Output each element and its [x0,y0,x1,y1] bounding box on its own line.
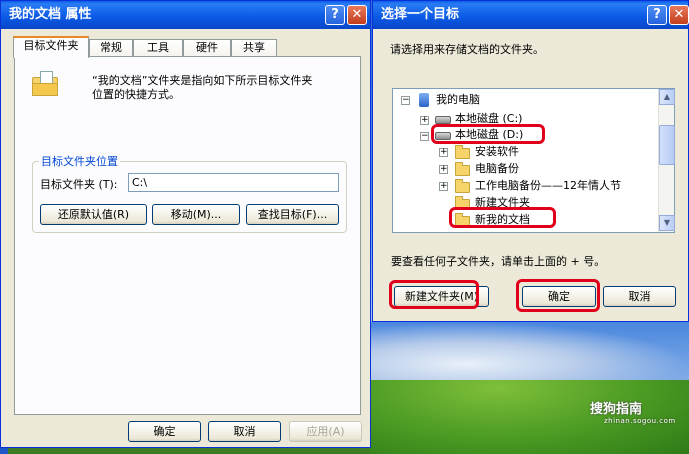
properties-dialog: 我的文档 属性 ? ✕ 目标文件夹 常规 工具 硬件 共享 “我的文档”文件夹是… [0,0,371,448]
browse-help-button[interactable]: ? [647,5,667,25]
sogou-watermark: 搜狗指南 zhinan.sogou.com [590,398,676,425]
close-button[interactable]: ✕ [347,5,367,25]
highlight-new-folder-button [389,280,479,309]
tree-node-install-software[interactable]: 安装软件 [475,144,519,160]
folder-icon [455,179,470,193]
folder-icon [455,162,470,176]
description-line-2: 位置的快捷方式。 [92,88,180,101]
browse-close-button[interactable]: ✕ [669,5,689,25]
tab-target-folder[interactable]: 目标文件夹 [13,36,89,58]
scroll-down-arrow[interactable]: ▼ [659,215,675,231]
properties-titlebar[interactable]: 我的文档 属性 ? ✕ [1,1,370,29]
target-folder-label: 目标文件夹 (T): [40,178,118,191]
expand-toggle[interactable]: + [439,148,448,157]
highlight-new-my-documents [449,207,556,228]
browse-hint: 要查看任何子文件夹，请单击上面的 + 号。 [391,255,606,268]
tab-general[interactable]: 常规 [89,39,133,57]
tree-node-pc-backup[interactable]: 电脑备份 [475,161,519,177]
expand-toggle[interactable]: + [439,165,448,174]
cancel-button[interactable]: 取消 [208,421,281,442]
collapse-toggle[interactable]: − [420,132,429,141]
scroll-up-arrow[interactable]: ▲ [659,89,675,105]
folder-icon [455,145,470,159]
tab-panel [14,56,361,415]
tab-hardware[interactable]: 硬件 [183,39,231,57]
browse-title: 选择一个目标 [381,7,460,22]
find-target-button[interactable]: 查找目标(F)... [246,204,339,225]
expand-toggle[interactable]: + [420,116,429,125]
move-button[interactable]: 移动(M)... [152,204,240,225]
watermark-brand: 搜狗指南 [590,402,643,417]
computer-icon [419,93,429,107]
restore-default-button[interactable]: 还原默认值(R) [40,204,147,225]
tree-scrollbar[interactable]: ▲ ▼ [658,89,675,232]
tree-node-work-backup[interactable]: 工作电脑备份——12年情人节 [475,178,621,194]
properties-title: 我的文档 属性 [9,7,92,22]
disk-icon [435,116,451,124]
browse-titlebar[interactable]: 选择一个目标 ? ✕ [373,1,689,29]
tab-sharing[interactable]: 共享 [231,39,277,57]
collapse-toggle[interactable]: − [401,96,410,105]
help-button[interactable]: ? [325,5,345,25]
watermark-url: zhinan.sogou.com [604,417,676,425]
tree-node-my-computer[interactable]: 我的电脑 [436,92,480,108]
highlight-ok-button [516,279,600,312]
tab-tools[interactable]: 工具 [133,39,183,57]
browse-cancel-button[interactable]: 取消 [603,286,676,307]
target-folder-input[interactable]: C:\ [128,173,339,192]
scroll-thumb[interactable] [659,125,675,165]
highlight-drive-d [431,124,545,144]
target-location-group-label: 目标文件夹位置 [39,153,120,169]
expand-toggle[interactable]: + [439,182,448,191]
apply-button[interactable]: 应用(A) [289,421,362,442]
browse-instruction: 请选择用来存储文档的文件夹。 [390,43,544,56]
ok-button[interactable]: 确定 [128,421,201,442]
my-documents-folder-icon [32,71,60,97]
